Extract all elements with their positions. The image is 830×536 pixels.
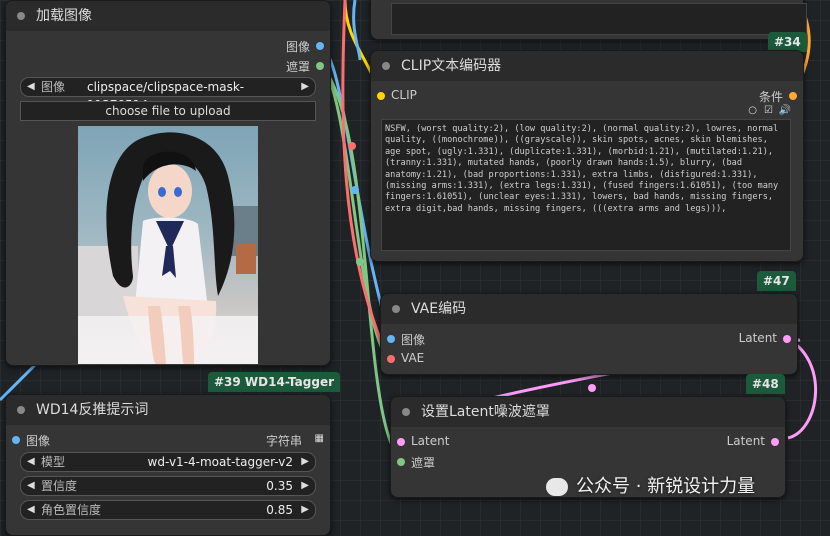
wechat-watermark: 公众号 · 新锐设计力量 [546, 472, 755, 498]
node-tag-39: #39 WD14-Tagger [208, 372, 341, 392]
output-conditioning-slot[interactable] [789, 92, 797, 100]
input-image-slot[interactable] [12, 436, 20, 444]
prompt-textarea[interactable]: NSFW, (worst quality:2), (low quality:2)… [381, 119, 791, 251]
image-selector-combo[interactable]: ◀ 图像 clipspace/clipspace-mask-11370514..… [20, 77, 316, 112]
input-clip-label: CLIP [391, 88, 417, 102]
output-image-label: 图像 [285, 40, 310, 54]
output-latent-slot[interactable] [783, 335, 791, 343]
toggle-circle-icon[interactable]: ○ [748, 105, 757, 116]
decrease-arrow-icon[interactable]: ◀ [27, 501, 35, 519]
output-mask-label: 遮罩 [285, 60, 310, 74]
wechat-logo-icon [546, 478, 568, 496]
image-preview [78, 126, 258, 364]
threshold-slider[interactable]: ◀ 置信度 0.35 ▶ [20, 476, 316, 496]
wd14-tagger-title[interactable]: WD14反推提示词 [6, 395, 330, 425]
clip-text-encode-title[interactable]: CLIP文本编码器 [371, 51, 803, 81]
input-vae-label: VAE [401, 351, 425, 365]
input-clip-slot[interactable] [377, 92, 385, 100]
prev-arrow-icon[interactable]: ◀ [27, 453, 35, 471]
prev-arrow-icon[interactable]: ◀ [27, 78, 35, 96]
output-string-label: 字符串 [265, 434, 302, 448]
char-threshold-slider[interactable]: ◀ 角色置信度 0.85 ▶ [20, 500, 316, 520]
next-arrow-icon[interactable]: ▶ [301, 78, 309, 96]
input-latent-slot[interactable] [397, 438, 405, 446]
output-image-slot[interactable] [316, 42, 324, 50]
input-vae-slot[interactable] [387, 355, 395, 363]
increase-arrow-icon[interactable]: ▶ [301, 477, 309, 495]
output-latent-label: Latent [738, 331, 777, 345]
load-image-title[interactable]: 加载图像 [6, 1, 330, 31]
clip-text-encode-node[interactable]: CLIP文本编码器 CLIP 条件 ○ ☑ 🔊 NSFW, (worst qua… [370, 50, 804, 262]
node-collapse-dot[interactable] [17, 406, 25, 414]
checkbox-icon[interactable]: ☑ [764, 105, 773, 116]
input-mask-slot[interactable] [397, 458, 405, 466]
node-tag-47: #47 [757, 271, 796, 291]
vae-encode-title[interactable]: VAE编码 [381, 294, 797, 324]
node-collapse-dot[interactable] [392, 305, 400, 313]
node-tag-34: #34 [768, 32, 807, 52]
wire-blue-3 [352, 0, 362, 61]
increase-arrow-icon[interactable]: ▶ [301, 501, 309, 519]
partial-node-textarea[interactable] [391, 3, 807, 35]
input-mask-label: 遮罩 [411, 456, 436, 470]
upload-button[interactable]: choose file to upload [20, 101, 316, 121]
set-latent-mask-title[interactable]: 设置Latent噪波遮罩 [391, 397, 785, 427]
output-latent-slot[interactable] [771, 438, 779, 446]
load-image-node[interactable]: 加载图像 图像 遮罩 ◀ 图像 clipspace/clipspace-mask… [5, 0, 331, 366]
vae-encode-node[interactable]: VAE编码 图像 VAE Latent [380, 293, 798, 375]
input-image-label: 图像 [26, 434, 51, 448]
speaker-icon[interactable]: 🔊 [779, 105, 791, 116]
model-combo[interactable]: ◀ 模型 wd-v1-4-moat-tagger-v2 ▶ [20, 452, 316, 472]
input-image-label: 图像 [401, 333, 426, 347]
node-collapse-dot[interactable] [17, 12, 25, 20]
girl-illustration [78, 132, 258, 364]
node-collapse-dot[interactable] [402, 408, 410, 416]
node-tag-48: #48 [746, 374, 785, 394]
input-latent-label: Latent [411, 434, 450, 448]
input-image-slot[interactable] [387, 335, 395, 343]
output-mask-slot[interactable] [316, 62, 324, 70]
grid-icon[interactable]: ▦ [315, 433, 324, 444]
partial-node-top[interactable] [370, 0, 807, 40]
output-conditioning-label: 条件 [758, 90, 783, 104]
decrease-arrow-icon[interactable]: ◀ [27, 477, 35, 495]
next-arrow-icon[interactable]: ▶ [301, 453, 309, 471]
output-latent-label: Latent [726, 434, 765, 448]
node-collapse-dot[interactable] [382, 62, 390, 70]
wd14-tagger-node[interactable]: WD14反推提示词 图像 字符串 ▦ ◀ 模型 wd-v1-4-moat-tag… [5, 394, 331, 536]
